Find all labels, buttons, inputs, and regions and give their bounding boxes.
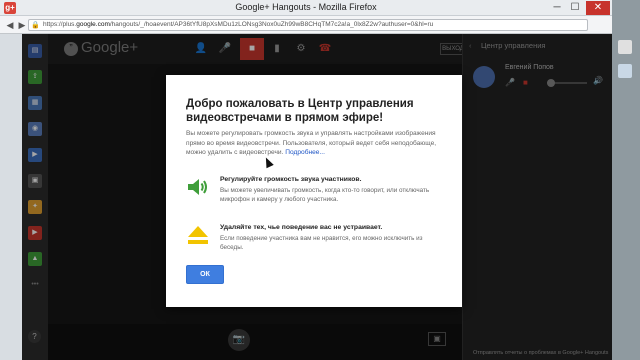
- desktop-right-strip: [610, 0, 640, 360]
- url-path: /hangouts/_/hoaevent/AP36tYfU8pXsMDu1zLO…: [109, 21, 434, 28]
- volume-icon: [188, 179, 207, 195]
- welcome-dialog: Добро пожаловать в Центр управления виде…: [166, 75, 462, 307]
- feature-volume-title: Регулируйте громкость звука участников.: [220, 176, 362, 183]
- desktop-icon-2[interactable]: [618, 64, 632, 78]
- feature-remove-title: Удаляйте тех, чье поведение вас не устра…: [220, 224, 383, 231]
- back-icon[interactable]: ◀: [4, 19, 16, 31]
- feature-remove-text: Если поведение участника вам не нравится…: [220, 235, 423, 251]
- url-prefix: https://plus.: [43, 21, 77, 28]
- ok-button[interactable]: ОК: [186, 265, 224, 284]
- more-info-link[interactable]: Подробнее...: [285, 149, 325, 156]
- url-domain: google.com: [76, 21, 110, 28]
- feature-volume-text: Вы можете увеличивать громкость, когда к…: [220, 187, 430, 203]
- dialog-intro: Вы можете регулировать громкость звука и…: [186, 129, 448, 158]
- maximize-icon[interactable]: ☐: [566, 1, 584, 15]
- window-title: Google+ Hangouts - Mozilla Firefox: [235, 2, 377, 12]
- lock-icon: 🔒: [31, 22, 40, 29]
- title-bar: g+ Google+ Hangouts - Mozilla Firefox ─ …: [0, 0, 612, 16]
- close-icon[interactable]: ✕: [586, 1, 610, 15]
- desktop-icon-1[interactable]: [618, 40, 632, 54]
- minimize-icon[interactable]: ─: [548, 1, 566, 15]
- eject-icon: [188, 226, 208, 244]
- screen: g+ Google+ Hangouts - Mozilla Firefox ─ …: [0, 0, 640, 360]
- address-bar[interactable]: https://plus.google.com/hangouts/_/hoaev…: [28, 19, 588, 31]
- forward-icon[interactable]: ▶: [16, 19, 28, 31]
- navigation-bar: ◀ ▶ https://plus.google.com/hangouts/_/h…: [0, 16, 612, 34]
- dialog-title: Добро пожаловать в Центр управления виде…: [186, 98, 414, 124]
